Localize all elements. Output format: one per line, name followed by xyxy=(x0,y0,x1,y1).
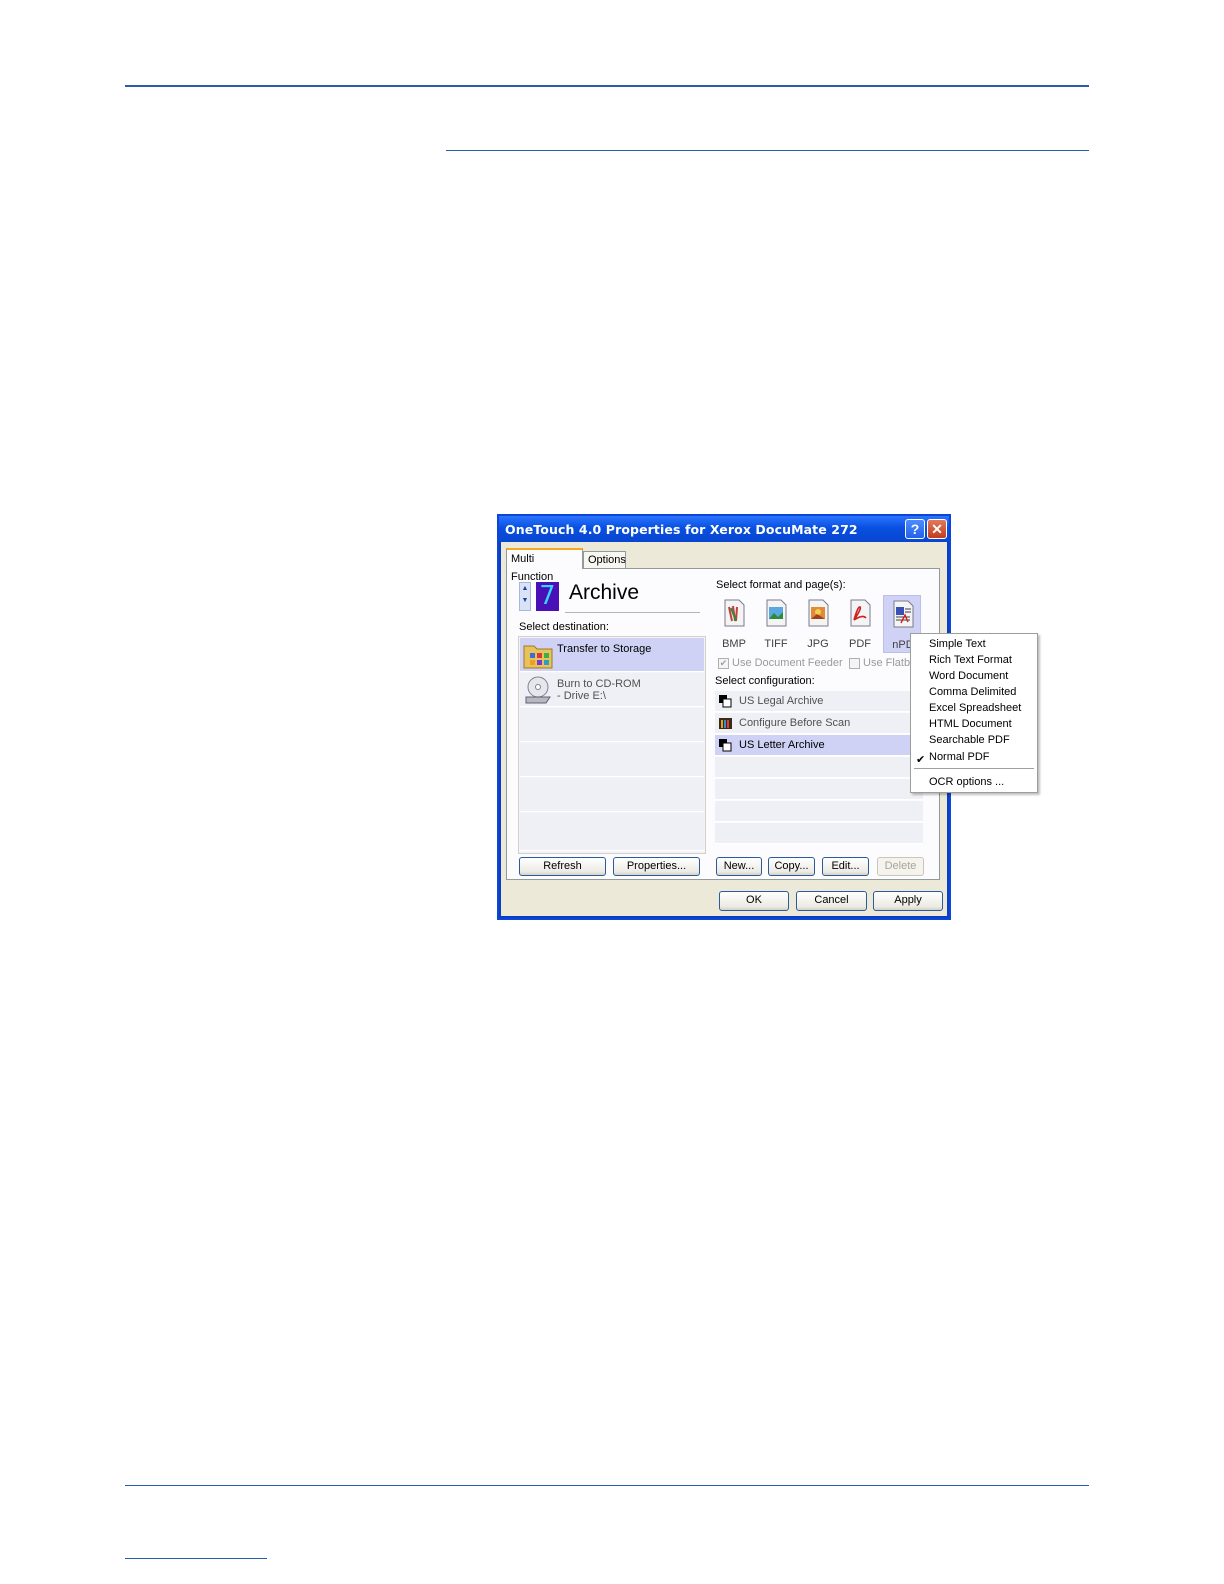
config-item-us-letter[interactable]: US Letter Archive xyxy=(715,735,923,756)
config-item-label: US Letter Archive xyxy=(739,739,825,751)
menu-item-excel[interactable]: Excel Spreadsheet xyxy=(929,702,1021,714)
config-item-label: Configure Before Scan xyxy=(739,717,851,729)
event-number: 7 xyxy=(536,582,559,611)
event-name-underline xyxy=(565,612,700,613)
menu-separator xyxy=(914,768,1034,769)
destination-empty-row xyxy=(520,743,704,777)
new-button[interactable]: New... xyxy=(716,857,762,876)
cancel-button[interactable]: Cancel xyxy=(796,891,867,911)
properties-button[interactable]: Properties... xyxy=(613,857,700,876)
ocr-format-menu: Simple Text Rich Text Format Word Docume… xyxy=(910,633,1038,793)
bmp-icon xyxy=(724,599,745,627)
npdf-icon xyxy=(893,600,914,628)
config-empty-row xyxy=(715,801,923,822)
folder-icon xyxy=(523,645,553,669)
event-name: Archive xyxy=(569,581,640,604)
destination-item-label: Burn to CD-ROM - Drive E:\ xyxy=(557,678,641,702)
destination-empty-row xyxy=(520,778,704,812)
adf-checkbox[interactable]: ✔ xyxy=(718,658,729,669)
scan-config-icon xyxy=(719,739,732,752)
footer-short-rule xyxy=(125,1558,267,1559)
configuration-label: Select configuration: xyxy=(715,675,815,687)
config-empty-row xyxy=(715,823,923,844)
spin-down-icon[interactable]: ▼ xyxy=(520,595,530,607)
event-spinner[interactable]: ▲ ▼ xyxy=(519,582,531,611)
menu-item-comma-delimited[interactable]: Comma Delimited xyxy=(929,686,1016,698)
destination-list[interactable]: Transfer to Storage Burn to CD-ROM - Dri… xyxy=(518,636,706,854)
format-label: Select format and page(s): xyxy=(716,579,846,591)
menu-item-rich-text[interactable]: Rich Text Format xyxy=(929,654,1012,666)
window-title: OneTouch 4.0 Properties for Xerox DocuMa… xyxy=(505,522,858,537)
footer-rule xyxy=(125,1485,1089,1486)
menu-item-ocr-options[interactable]: OCR options ... xyxy=(929,776,1004,788)
scan-config-icon xyxy=(719,695,732,708)
format-bmp[interactable]: BMP xyxy=(715,595,753,653)
section-rule xyxy=(446,150,1089,151)
menu-item-word[interactable]: Word Document xyxy=(929,670,1008,682)
destination-item-cdrom[interactable]: Burn to CD-ROM - Drive E:\ xyxy=(520,673,704,707)
menu-item-searchable-pdf[interactable]: Searchable PDF xyxy=(929,734,1010,746)
destination-empty-row xyxy=(520,708,704,742)
refresh-button[interactable]: Refresh xyxy=(519,857,606,876)
delete-button[interactable]: Delete xyxy=(877,857,924,876)
config-item-label: US Legal Archive xyxy=(739,695,824,707)
title-bar[interactable]: OneTouch 4.0 Properties for Xerox DocuMa… xyxy=(499,516,949,542)
pdf-icon xyxy=(850,599,871,627)
destination-item-storage[interactable]: Transfer to Storage xyxy=(520,638,704,672)
format-pdf[interactable]: PDF xyxy=(841,595,879,653)
format-tiff[interactable]: TIFF xyxy=(757,595,795,653)
config-item-us-legal[interactable]: US Legal Archive xyxy=(715,691,923,712)
config-empty-row xyxy=(715,757,923,778)
destination-label: Select destination: xyxy=(519,621,609,633)
config-empty-row xyxy=(715,779,923,800)
apply-button[interactable]: Apply xyxy=(873,891,943,911)
destination-item-label: Transfer to Storage xyxy=(557,643,652,655)
format-jpg[interactable]: JPG xyxy=(799,595,837,653)
menu-item-html[interactable]: HTML Document xyxy=(929,718,1012,730)
window-client: Multi Function Options ▲ ▼ 7 Archive Sel… xyxy=(501,542,947,916)
format-jpg-label: JPG xyxy=(807,638,829,650)
help-button[interactable]: ? xyxy=(905,519,925,539)
destination-empty-row xyxy=(520,813,704,851)
config-item-configure-before-scan[interactable]: Configure Before Scan xyxy=(715,713,923,734)
format-tiff-label: TIFF xyxy=(764,638,788,650)
jpg-icon xyxy=(808,599,829,627)
cd-drive-icon xyxy=(525,676,551,704)
tab-options[interactable]: Options xyxy=(583,551,626,568)
format-pdf-label: PDF xyxy=(849,638,871,650)
ok-button[interactable]: OK xyxy=(719,891,789,911)
close-button[interactable]: ✕ xyxy=(927,519,947,539)
check-icon: ✔ xyxy=(916,754,926,766)
adf-label: Use Document Feeder xyxy=(732,657,843,669)
menu-item-normal-pdf[interactable]: Normal PDF xyxy=(929,751,990,763)
configuration-list[interactable]: US Legal Archive Configure Before Scan U… xyxy=(715,691,925,847)
menu-item-simple-text[interactable]: Simple Text xyxy=(929,638,986,650)
format-selector: BMP TIFF JPG PDF nPD xyxy=(715,595,925,653)
cdrom-line2: - Drive E:\ xyxy=(557,690,606,702)
flatbed-checkbox[interactable] xyxy=(849,658,860,669)
cdrom-line1: Burn to CD-ROM xyxy=(557,678,641,690)
tab-panel: ▲ ▼ 7 Archive Select destination: Transf… xyxy=(506,568,940,880)
tiff-icon xyxy=(766,599,787,627)
tab-multi-function[interactable]: Multi Function xyxy=(506,548,583,583)
properties-window: OneTouch 4.0 Properties for Xerox DocuMa… xyxy=(497,514,951,920)
copy-button[interactable]: Copy... xyxy=(768,857,815,876)
format-bmp-label: BMP xyxy=(722,638,746,650)
edit-button[interactable]: Edit... xyxy=(822,857,869,876)
configure-icon xyxy=(719,718,732,729)
header-rule xyxy=(125,85,1089,87)
flatbed-label: Use Flatbe xyxy=(863,657,917,669)
